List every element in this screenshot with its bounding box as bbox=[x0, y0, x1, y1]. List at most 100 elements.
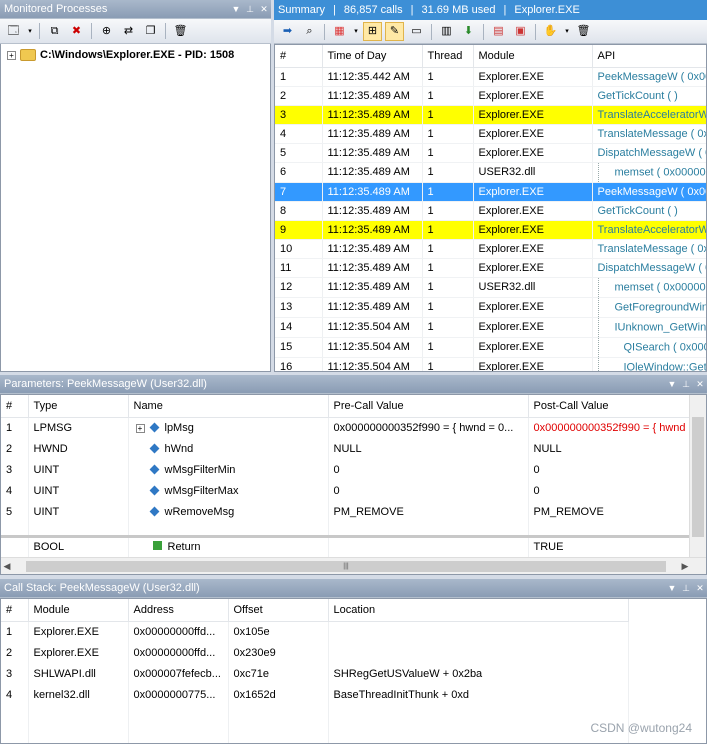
column-header-thread[interactable]: Thread bbox=[422, 45, 474, 68]
api-call-row[interactable]: 7 11:12:35.489 AM 1 Explorer.EXE PeekMessage… bbox=[275, 182, 706, 202]
callstack-row[interactable]: 3 SHLWAPI.dll 0x000007fefecb... 0xc71e SHReg… bbox=[1, 663, 629, 684]
summary-label[interactable]: Summary bbox=[278, 4, 325, 16]
api-call-row[interactable]: 15 11:12:35.504 AM 1 Explorer.EXE QISearch (… bbox=[275, 337, 707, 358]
callstack-header: # Module Address Offset Location bbox=[1, 599, 629, 622]
column-header-post-call[interactable]: Post-Call Value bbox=[528, 395, 691, 418]
dropdown-icon[interactable]: ▾ bbox=[26, 22, 34, 41]
parameter-row[interactable]: 5 UINT wRemoveMsg PM_REMOVE PM_REMOVE bbox=[1, 501, 691, 522]
detach-process-icon[interactable]: ✖ bbox=[67, 22, 86, 41]
frame-offset: 0xc71e bbox=[228, 663, 329, 684]
pin-icon[interactable]: ⊥ bbox=[679, 583, 693, 594]
move-icon[interactable]: ⇄ bbox=[119, 22, 138, 41]
scroll-left-icon[interactable]: ◀ bbox=[1, 561, 13, 572]
api-call-row[interactable]: 14 11:12:35.504 AM 1 Explorer.EXE IUnknown_G… bbox=[275, 317, 706, 338]
column-header-offset[interactable]: Offset bbox=[228, 599, 329, 622]
summary-divider: | bbox=[410, 4, 414, 16]
api-call-row[interactable]: 3 11:12:35.489 AM 1 Explorer.EXE TranslateAc… bbox=[275, 105, 706, 125]
call-api: DispatchMessageW ( 0x0000000 bbox=[597, 261, 707, 274]
new-process-icon[interactable]: 🗔 bbox=[4, 22, 23, 41]
callstack-row[interactable]: 1 Explorer.EXE 0x00000000ffd... 0x105e bbox=[1, 621, 629, 642]
param-type: UINT bbox=[28, 480, 129, 501]
api-call-row[interactable]: 4 11:12:35.489 AM 1 Explorer.EXE TranslateMe… bbox=[275, 124, 706, 144]
api-call-row[interactable]: 1 11:12:35.442 AM 1 Explorer.EXE PeekMessage… bbox=[275, 67, 706, 87]
parameter-row[interactable]: 3 UINT wMsgFilterMin 0 0 bbox=[1, 459, 691, 480]
close-icon[interactable]: ✕ bbox=[693, 379, 707, 390]
scroll-track[interactable]: ||| bbox=[13, 560, 679, 572]
api-call-row[interactable]: 13 11:12:35.489 AM 1 Explorer.EXE GetForegro… bbox=[275, 297, 706, 318]
column-header-num[interactable]: # bbox=[275, 45, 323, 68]
api-call-row[interactable]: 5 11:12:35.489 AM 1 Explorer.EXE DispatchMes… bbox=[275, 143, 706, 163]
column-header-name[interactable]: Name bbox=[128, 395, 329, 418]
column-header-type[interactable]: Type bbox=[28, 395, 129, 418]
console-icon[interactable]: ▭ bbox=[407, 22, 426, 41]
callstack-row[interactable]: 4 kernel32.dll 0x0000000775... 0x1652d BaseT… bbox=[1, 684, 629, 705]
empty-cell bbox=[1, 724, 29, 743]
panel-menu-icon[interactable]: ▼ bbox=[665, 583, 679, 593]
parameter-row[interactable]: 1 LPMSG + lpMsg 0x000000000352f990 = { hwnd … bbox=[1, 417, 691, 438]
param-pre-value: PM_REMOVE bbox=[328, 501, 529, 522]
delete-icon[interactable]: 🗑 bbox=[574, 22, 593, 41]
column-header-num[interactable]: # bbox=[1, 395, 29, 418]
hand-icon[interactable]: ✋ bbox=[541, 22, 560, 41]
api-call-row[interactable]: 10 11:12:35.489 AM 1 Explorer.EXE TranslateM… bbox=[275, 239, 706, 259]
highlight-icon[interactable]: ✎ bbox=[385, 22, 404, 41]
toolbar-separator bbox=[165, 23, 166, 39]
color-grid-icon[interactable]: ▦ bbox=[330, 22, 349, 41]
dropdown-icon[interactable]: ▾ bbox=[352, 22, 360, 41]
scroll-right-icon[interactable]: ▶ bbox=[679, 561, 691, 572]
column-header-location[interactable]: Location bbox=[328, 599, 629, 622]
parameters-hscroll[interactable]: ◀ ||| ▶ bbox=[1, 557, 706, 574]
column-header-num[interactable]: # bbox=[1, 599, 29, 622]
call-api-cell: IUnknown_GetWindow ( 0x0000 bbox=[592, 317, 706, 338]
parameters-vscroll[interactable] bbox=[689, 395, 706, 557]
api-call-row[interactable]: 6 11:12:35.489 AM 1 USER32.dll memset ( 0x00… bbox=[275, 162, 706, 183]
column-header-time[interactable]: Time of Day bbox=[322, 45, 423, 68]
param-type: LPMSG bbox=[28, 417, 129, 438]
expand-icon[interactable]: + bbox=[7, 50, 16, 60]
scroll-down-icon[interactable]: ⬇ bbox=[459, 22, 478, 41]
param-name: wMsgFilterMin bbox=[164, 463, 236, 476]
close-icon[interactable]: ✕ bbox=[693, 583, 707, 594]
scroll-thumb[interactable] bbox=[692, 417, 704, 537]
find-icon[interactable]: ⌕ bbox=[300, 22, 319, 41]
column-header-pre-call[interactable]: Pre-Call Value bbox=[328, 395, 529, 418]
call-module: Explorer.EXE bbox=[473, 182, 593, 202]
return-row[interactable]: BOOL Return TRUE bbox=[1, 536, 691, 557]
delete-icon[interactable]: 🗑 bbox=[171, 22, 190, 41]
pin-icon[interactable]: ⊥ bbox=[243, 4, 257, 15]
export-icon[interactable]: ▤ bbox=[489, 22, 508, 41]
api-call-row[interactable]: 9 11:12:35.489 AM 1 Explorer.EXE TranslateAc… bbox=[275, 220, 706, 240]
columns-icon[interactable]: ▥ bbox=[437, 22, 456, 41]
target-icon[interactable]: ⊕ bbox=[97, 22, 116, 41]
panel-menu-icon[interactable]: ▼ bbox=[665, 379, 679, 389]
close-icon[interactable]: ✕ bbox=[257, 4, 271, 15]
column-header-module[interactable]: Module bbox=[28, 599, 129, 622]
call-api-cell: PeekMessageW ( 0x00000000352f99 bbox=[592, 67, 706, 87]
column-header-module[interactable]: Module bbox=[473, 45, 593, 68]
clear-icon[interactable]: ▣ bbox=[511, 22, 530, 41]
frame-module: SHLWAPI.dll bbox=[28, 663, 129, 684]
parameter-row[interactable]: 4 UINT wMsgFilterMax 0 0 bbox=[1, 480, 691, 501]
parameters-header: # Type Name Pre-Call Value Post-Call Val… bbox=[1, 395, 691, 418]
api-call-row[interactable]: 8 11:12:35.489 AM 1 Explorer.EXE GetTickCoun… bbox=[275, 201, 706, 221]
expand-icon[interactable]: + bbox=[135, 423, 145, 433]
api-call-row[interactable]: 2 11:12:35.489 AM 1 Explorer.EXE GetTickCoun… bbox=[275, 86, 706, 106]
parameter-row[interactable]: 2 HWND hWnd NULL NULL bbox=[1, 438, 691, 459]
arrow-right-icon[interactable]: ➡ bbox=[278, 22, 297, 41]
column-header-api[interactable]: API bbox=[592, 45, 706, 68]
api-call-row[interactable]: 12 11:12:35.489 AM 1 USER32.dll memset ( 0x0… bbox=[275, 277, 706, 298]
column-header-address[interactable]: Address bbox=[128, 599, 229, 622]
dropdown-icon[interactable]: ▾ bbox=[563, 22, 571, 41]
tree-view-icon[interactable]: ⊞ bbox=[363, 22, 382, 41]
panel-menu-icon[interactable]: ▼ bbox=[229, 4, 243, 14]
toolbar-separator bbox=[483, 23, 484, 40]
api-call-row[interactable]: 16 11:12:35.504 AM 1 Explorer.EXE IOleWindow… bbox=[275, 357, 706, 371]
attach-process-icon[interactable]: ⧉ bbox=[45, 22, 64, 41]
callstack-row[interactable]: 2 Explorer.EXE 0x00000000ffd... 0x230e9 bbox=[1, 642, 629, 663]
process-tree-item[interactable]: + C:\Windows\Explorer.EXE - PID: 1508 bbox=[1, 46, 270, 64]
api-call-row[interactable]: 11 11:12:35.489 AM 1 Explorer.EXE DispatchMe… bbox=[275, 258, 707, 278]
api-toolbar: ➡ ⌕ ▦ ▾ ⊞ ✎ ▭ ▥ ⬇ ▤ ▣ ✋ ▾ 🗑 bbox=[274, 20, 707, 44]
pin-icon[interactable]: ⊥ bbox=[679, 379, 693, 390]
call-api: QISearch ( 0x0000000 bbox=[623, 340, 707, 353]
copy-icon[interactable]: ❐ bbox=[141, 22, 160, 41]
